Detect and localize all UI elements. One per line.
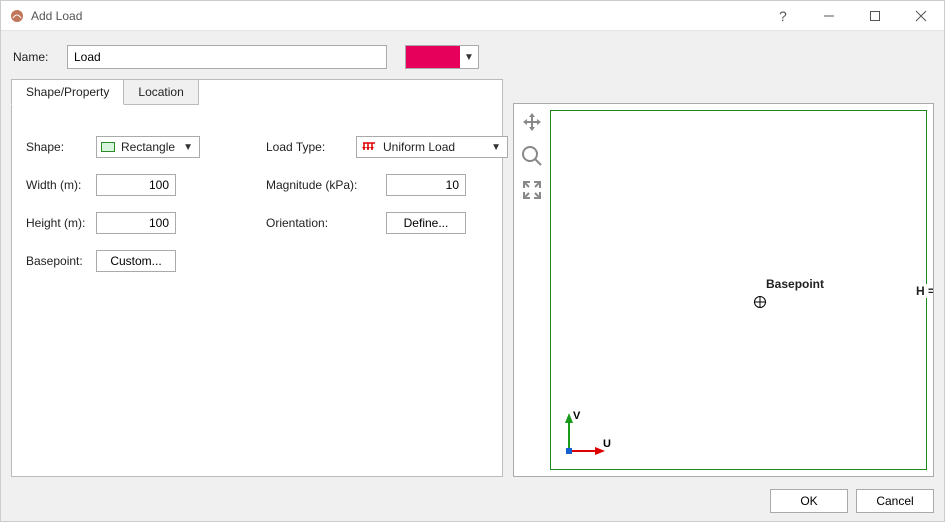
window-title: Add Load	[31, 9, 82, 23]
pan-icon[interactable]	[518, 108, 546, 136]
color-swatch	[406, 46, 460, 68]
left-panel: Shape/Property Location Shape:	[11, 79, 503, 477]
dialog-add-load: Add Load ? Name: ▼ Shape/Property	[0, 0, 945, 522]
basepoint-marker-icon	[753, 295, 767, 309]
height-label: Height (m):	[26, 216, 96, 230]
shape-selected: Rectangle	[119, 140, 181, 154]
basepoint-custom-button[interactable]: Custom...	[96, 250, 176, 272]
fit-extents-icon[interactable]	[518, 176, 546, 204]
magnitude-input[interactable]	[386, 174, 466, 196]
chevron-down-icon: ▼	[489, 142, 503, 153]
width-label: Width (m):	[26, 178, 96, 192]
shape-dropdown[interactable]: Rectangle ▼	[96, 136, 200, 158]
color-picker[interactable]: ▼	[405, 45, 479, 69]
chevron-down-icon: ▼	[460, 52, 478, 63]
minimize-button[interactable]	[806, 1, 852, 31]
basepoint-label: Basepoint:	[26, 254, 96, 268]
loadtype-selected: Uniform Load	[381, 140, 489, 154]
name-row: Name: ▼	[1, 31, 944, 79]
main-area: Shape/Property Location Shape:	[1, 79, 944, 483]
tab-location[interactable]: Location	[123, 79, 198, 105]
ok-button[interactable]: OK	[770, 489, 848, 513]
axis-v-label: V	[573, 410, 581, 422]
rectangle-icon	[101, 142, 115, 152]
height-input[interactable]	[96, 212, 176, 234]
dialog-footer: OK Cancel	[1, 483, 944, 521]
h-label: H =	[916, 284, 934, 298]
orientation-define-button[interactable]: Define...	[386, 212, 466, 234]
loadtype-label: Load Type:	[266, 140, 356, 154]
titlebar: Add Load ?	[1, 1, 944, 31]
loadtype-dropdown[interactable]: Uniform Load ▼	[356, 136, 508, 158]
viewport-canvas[interactable]: Basepoint V U	[550, 110, 927, 470]
axis-gizmo-icon: V U	[555, 405, 615, 465]
axis-u-label: U	[603, 438, 611, 450]
tab-label: Shape/Property	[26, 85, 109, 99]
tab-shape-property[interactable]: Shape/Property	[11, 79, 124, 105]
name-label: Name:	[13, 50, 59, 64]
maximize-button[interactable]	[852, 1, 898, 31]
app-icon	[9, 8, 25, 24]
basepoint-text: Basepoint	[766, 277, 824, 291]
tab-bar: Shape/Property Location	[11, 79, 502, 105]
close-button[interactable]	[898, 1, 944, 31]
orientation-label: Orientation:	[266, 216, 356, 230]
width-input[interactable]	[96, 174, 176, 196]
chevron-down-icon: ▼	[181, 142, 195, 153]
uniform-load-icon	[361, 141, 377, 153]
svg-text:?: ?	[779, 9, 787, 23]
magnitude-label: Magnitude (kPa):	[266, 178, 356, 192]
cancel-button[interactable]: Cancel	[856, 489, 934, 513]
name-input[interactable]	[67, 45, 387, 69]
viewport-toolbar	[518, 108, 546, 204]
tab-body-shape: Shape: Rectangle ▼ L	[12, 106, 502, 476]
zoom-icon[interactable]	[518, 142, 546, 170]
shape-label: Shape:	[26, 140, 96, 154]
viewport-panel: Basepoint V U	[513, 103, 934, 477]
tab-label: Location	[138, 85, 183, 99]
help-button[interactable]: ?	[760, 1, 806, 31]
